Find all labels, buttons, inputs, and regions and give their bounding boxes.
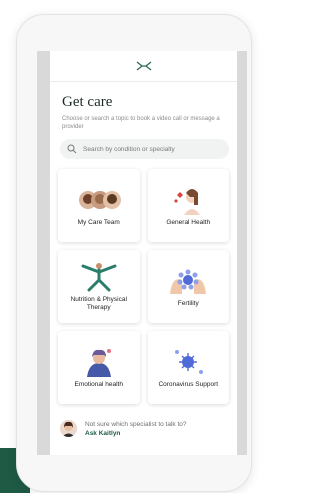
page-title: Get care <box>62 94 113 110</box>
card-fertility[interactable]: Fertility <box>147 250 229 323</box>
card-label: Nutrition & Physical Therapy <box>70 295 127 311</box>
specialist-question: Not sure which specialist to talk to? <box>85 421 187 428</box>
card-label: Coronavirus Support <box>158 380 219 388</box>
card-label: General Health <box>166 218 211 226</box>
person-avatar-icon <box>60 420 77 437</box>
card-label: Emotional health <box>74 380 123 388</box>
general-health-icon <box>174 188 201 215</box>
top-bar <box>50 51 237 82</box>
topic-grid: My Care Team General Health Nutrition & … <box>58 169 229 404</box>
specialist-help: Not sure which specialist to talk to? As… <box>60 420 229 438</box>
care-logo-icon <box>136 61 151 71</box>
app-screen: Get care Choose or search a topic to boo… <box>37 51 247 455</box>
search-bar[interactable] <box>60 139 229 159</box>
care-team-avatars-icon <box>78 190 121 209</box>
kaitlyn-avatar <box>60 420 77 437</box>
card-label: Fertility <box>177 299 199 307</box>
search-icon <box>67 144 77 154</box>
fertility-icon <box>170 269 207 294</box>
card-emotional-health[interactable]: Emotional health <box>58 331 140 404</box>
page-subtitle: Choose or search a topic to book a video… <box>62 116 220 130</box>
card-label: My Care Team <box>77 218 120 226</box>
ask-kaitlyn-link[interactable]: Ask Kaitlyn <box>85 429 187 438</box>
coronavirus-icon <box>175 349 204 374</box>
nutrition-icon <box>81 262 117 291</box>
search-input[interactable] <box>83 145 223 153</box>
card-nutrition-physical-therapy[interactable]: Nutrition & Physical Therapy <box>58 250 140 323</box>
phone-frame: Get care Choose or search a topic to boo… <box>16 14 252 492</box>
card-my-care-team[interactable]: My Care Team <box>58 169 140 242</box>
card-general-health[interactable]: General Health <box>147 169 229 242</box>
emotional-health-icon <box>86 348 111 377</box>
card-coronavirus-support[interactable]: Coronavirus Support <box>147 331 229 404</box>
